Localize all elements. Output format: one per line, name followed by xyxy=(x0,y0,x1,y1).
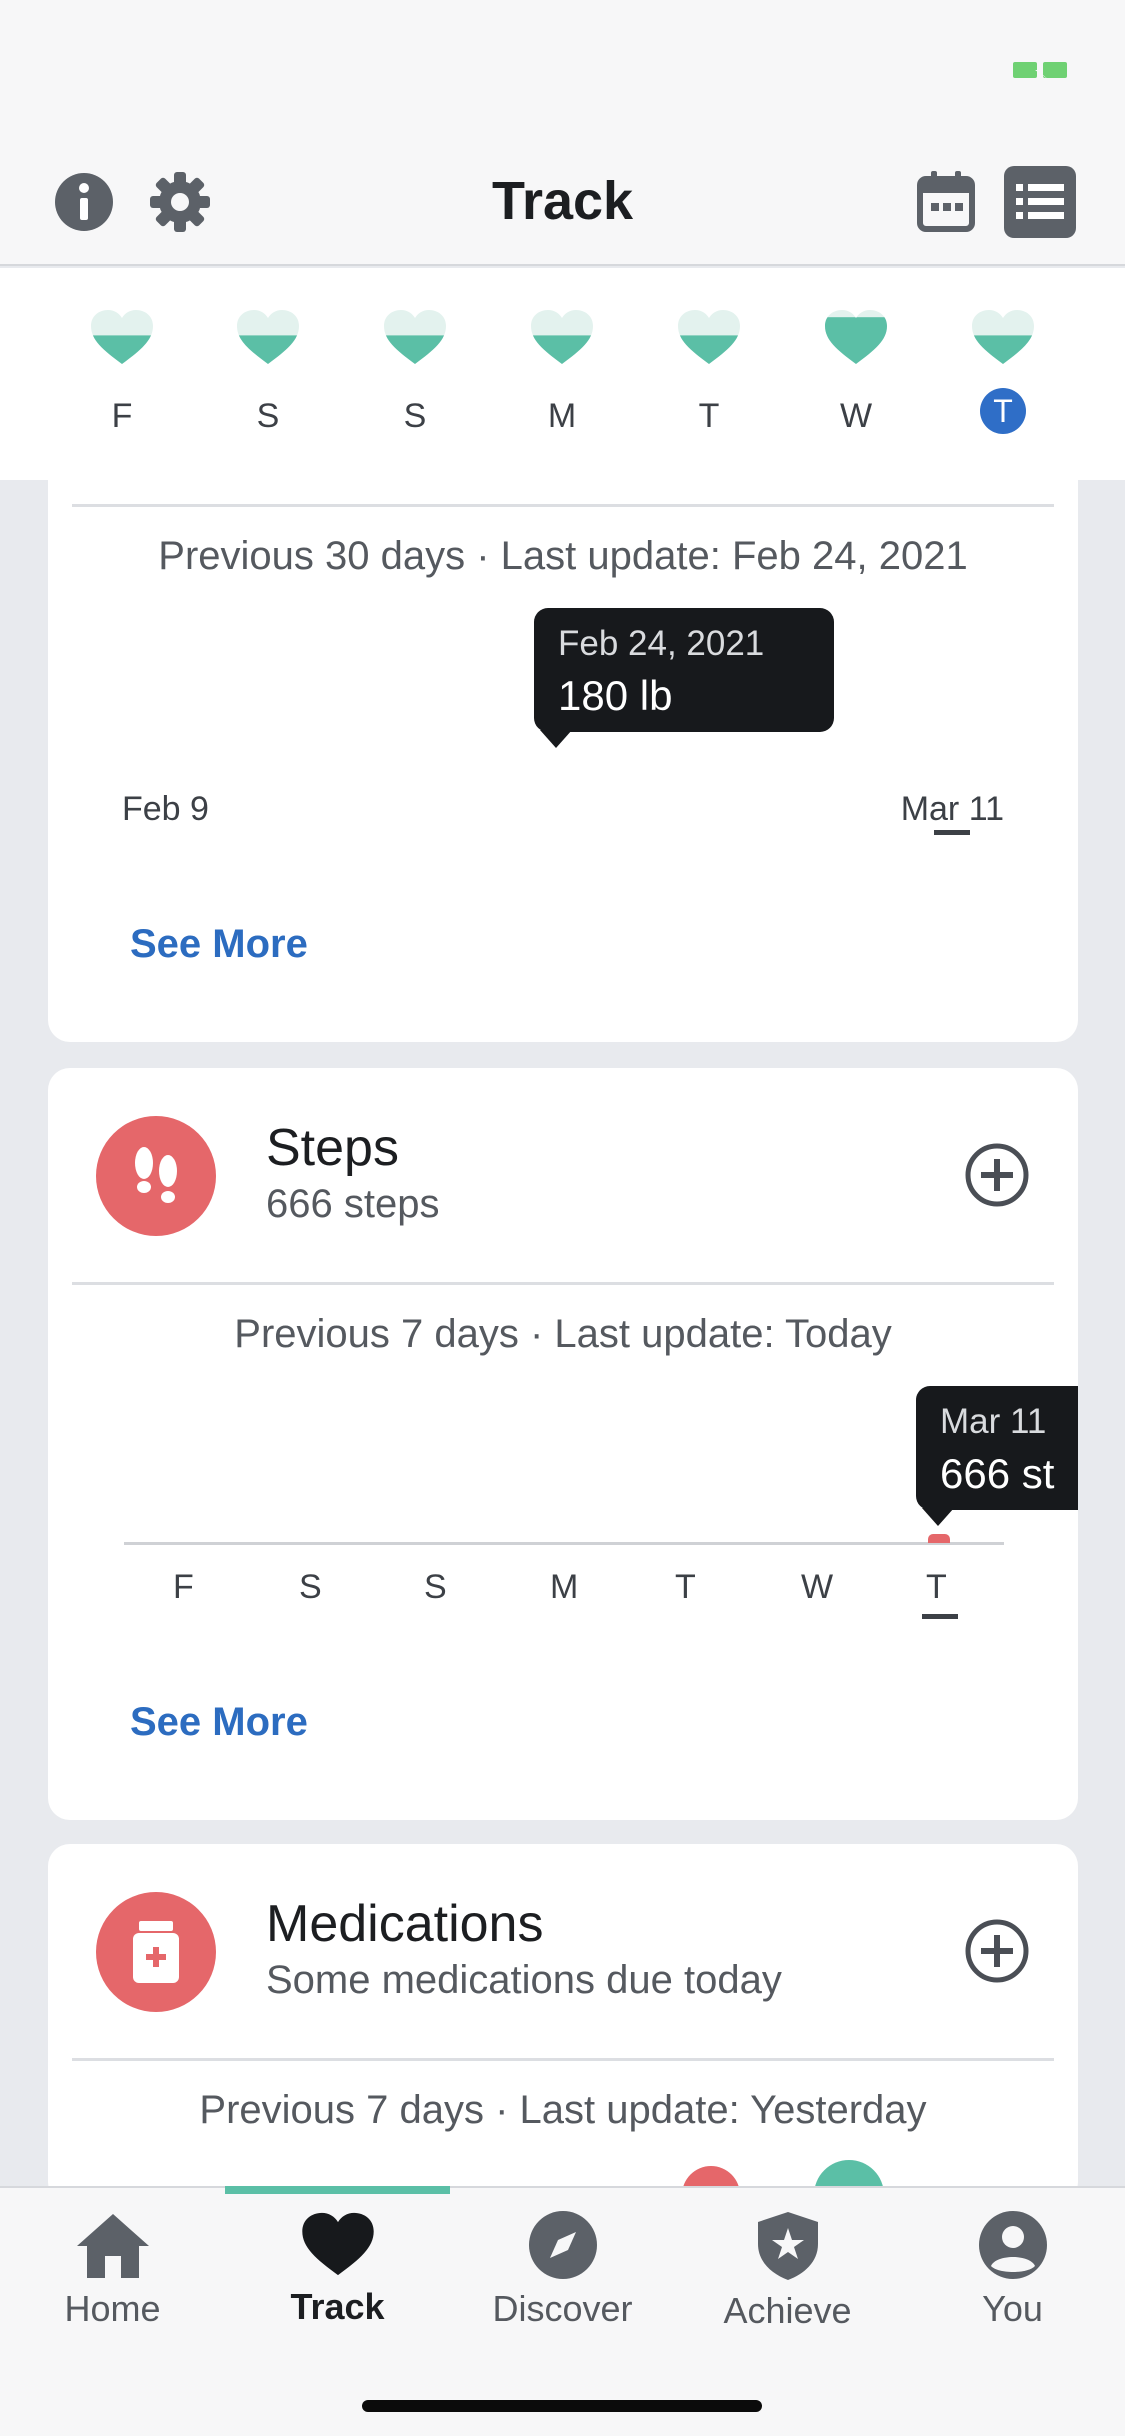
day-label: T xyxy=(980,388,1026,434)
heart-progress-icon xyxy=(237,310,299,364)
tab-label: You xyxy=(982,2288,1043,2329)
footprints-icon xyxy=(96,1116,216,1236)
divider xyxy=(72,504,1054,507)
heart-progress-icon xyxy=(972,310,1034,364)
status-bar xyxy=(0,0,1125,140)
shield-star-icon xyxy=(675,2210,900,2282)
heart-progress-icon xyxy=(531,310,593,364)
divider xyxy=(72,2058,1054,2061)
day-label: S xyxy=(403,397,427,435)
steps-day-label: F xyxy=(173,1568,194,1606)
heart-progress-icon xyxy=(91,310,153,364)
steps-day-label: S xyxy=(424,1568,447,1606)
see-more-link[interactable]: See More xyxy=(130,1700,308,1745)
add-steps-button[interactable] xyxy=(964,1142,1030,1208)
medications-title: Medications xyxy=(266,1895,544,1953)
weight-subtitle: Previous 30 days · Last update: Feb 24, … xyxy=(158,534,968,578)
tab-label: Discover xyxy=(492,2288,633,2329)
tooltip-arrow xyxy=(922,1508,954,1526)
home-indicator xyxy=(362,2400,762,2412)
steps-card: Steps 666 steps Previous 7 days · Last u… xyxy=(48,1068,1078,1820)
home-icon xyxy=(0,2210,225,2280)
weight-tooltip-date: Feb 24, 2021 xyxy=(558,624,765,663)
medications-card: Medications Some medications due today P… xyxy=(48,1844,1078,2204)
steps-value: 666 steps xyxy=(266,1182,440,1226)
day-label: T xyxy=(698,397,720,435)
steps-tooltip-date: Mar 11 xyxy=(940,1402,1047,1441)
heart-progress-icon xyxy=(384,310,446,364)
header: Track xyxy=(0,140,1125,266)
tab-bar: Home Track Discover Achieve You xyxy=(0,2186,1125,2436)
today-marker xyxy=(934,830,970,835)
steps-title: Steps xyxy=(266,1119,399,1177)
tab-label: Achieve xyxy=(723,2290,852,2331)
medications-status: Some medications due today xyxy=(266,1958,782,2002)
tab-achieve[interactable]: Achieve xyxy=(675,2188,900,2348)
battery-charging-icon xyxy=(1013,60,1067,80)
tab-home[interactable]: Home xyxy=(0,2188,225,2348)
pill-bottle-icon xyxy=(96,1892,216,2012)
steps-day-label: W xyxy=(801,1568,834,1606)
chart-baseline xyxy=(124,1542,1004,1545)
day-label: F xyxy=(111,397,133,435)
tab-label: Track xyxy=(290,2286,385,2327)
compass-icon xyxy=(450,2210,675,2280)
steps-day-label: T xyxy=(926,1568,947,1606)
today-marker xyxy=(922,1614,958,1619)
steps-tooltip: Mar 11 666 st xyxy=(916,1386,1078,1526)
axis-start-label: Feb 9 xyxy=(122,790,209,828)
day-label: W xyxy=(839,397,873,435)
steps-day-label: S xyxy=(299,1568,322,1606)
heart-icon xyxy=(225,2210,450,2278)
axis-end-label: Mar 11 xyxy=(900,790,1004,828)
tab-discover[interactable]: Discover xyxy=(450,2188,675,2348)
weight-tooltip-value: 180 lb xyxy=(558,672,673,719)
tab-you[interactable]: You xyxy=(900,2188,1125,2348)
tooltip-arrow xyxy=(540,730,572,748)
steps-tooltip-value: 666 st xyxy=(940,1450,1055,1497)
day-label: S xyxy=(256,397,280,435)
tab-label: Home xyxy=(64,2288,161,2329)
person-icon xyxy=(900,2210,1125,2280)
tab-track[interactable]: Track xyxy=(225,2188,450,2348)
steps-day-label: T xyxy=(675,1568,696,1606)
medications-subtitle: Previous 7 days · Last update: Yesterday xyxy=(199,2088,927,2132)
heart-progress-icon xyxy=(825,310,887,364)
calendar-icon[interactable] xyxy=(910,166,982,238)
weight-tooltip: Feb 24, 2021 180 lb xyxy=(534,608,834,748)
heart-progress-icon xyxy=(678,310,740,364)
see-more-link[interactable]: See More xyxy=(130,922,308,967)
steps-day-label: M xyxy=(550,1568,579,1606)
list-view-icon[interactable] xyxy=(1004,166,1076,238)
weight-card: Previous 30 days · Last update: Feb 24, … xyxy=(48,440,1078,1042)
divider xyxy=(72,1282,1054,1285)
add-medication-button[interactable] xyxy=(964,1918,1030,1984)
steps-subtitle: Previous 7 days · Last update: Today xyxy=(234,1312,892,1356)
day-label: M xyxy=(547,397,577,435)
steps-bar xyxy=(928,1534,950,1543)
